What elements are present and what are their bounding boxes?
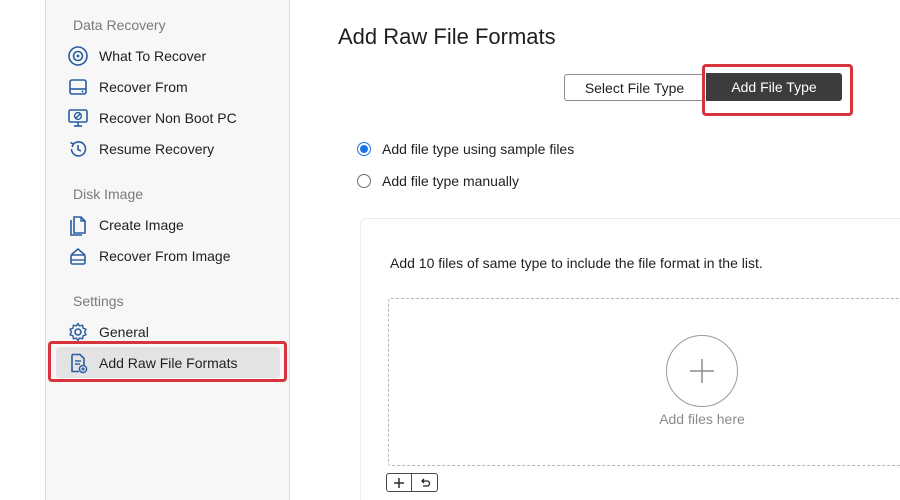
radio-checked[interactable] bbox=[357, 142, 371, 156]
file-dropzone[interactable] bbox=[388, 298, 900, 466]
radio-unchecked[interactable] bbox=[357, 174, 371, 188]
sidebar-item-recover-from-image[interactable]: Recover From Image bbox=[56, 240, 280, 271]
gear-icon bbox=[67, 321, 89, 343]
target-icon bbox=[67, 45, 89, 67]
section-title-disk-image: Disk Image bbox=[73, 186, 144, 202]
document-copy-icon bbox=[67, 214, 89, 236]
sidebar-item-label: Add Raw File Formats bbox=[99, 354, 238, 371]
radio-option-manual[interactable]: Add file type manually bbox=[357, 173, 519, 189]
undo-button[interactable] bbox=[412, 473, 438, 492]
plus-icon bbox=[394, 477, 404, 488]
sidebar-item-general[interactable]: General bbox=[56, 316, 280, 347]
monitor-blocked-icon bbox=[67, 107, 89, 129]
sidebar-item-recover-from[interactable]: Recover From bbox=[56, 71, 280, 102]
sidebar: Data Recovery What To Recover Recover Fr… bbox=[45, 0, 290, 500]
radio-option-sample-files[interactable]: Add file type using sample files bbox=[357, 141, 574, 157]
section-title-data-recovery: Data Recovery bbox=[73, 17, 166, 33]
add-file-type-button[interactable]: Add File Type bbox=[706, 73, 842, 101]
sidebar-item-label: Recover From bbox=[99, 78, 188, 95]
dropzone-label: Add files here bbox=[659, 411, 745, 427]
sidebar-item-add-raw-file-formats[interactable]: Add Raw File Formats bbox=[56, 347, 280, 378]
undo-icon bbox=[420, 478, 430, 487]
drive-restore-icon bbox=[67, 245, 89, 267]
radio-label: Add file type manually bbox=[382, 173, 519, 189]
select-file-type-button[interactable]: Select File Type bbox=[564, 74, 704, 101]
sidebar-item-create-image[interactable]: Create Image bbox=[56, 209, 280, 240]
sidebar-item-recover-non-boot-pc[interactable]: Recover Non Boot PC bbox=[56, 102, 280, 133]
history-icon bbox=[67, 138, 89, 160]
document-add-icon bbox=[67, 352, 89, 374]
card-description: Add 10 files of same type to include the… bbox=[390, 255, 763, 271]
sidebar-item-label: Create Image bbox=[99, 216, 184, 233]
radio-label: Add file type using sample files bbox=[382, 141, 575, 157]
sidebar-item-label: Resume Recovery bbox=[99, 140, 215, 157]
drive-icon bbox=[67, 76, 89, 98]
section-title-settings: Settings bbox=[73, 293, 124, 309]
plus-icon bbox=[690, 359, 714, 383]
add-files-plus-button[interactable] bbox=[666, 335, 738, 407]
sidebar-item-label: Recover Non Boot PC bbox=[99, 109, 237, 126]
app-window: Data Recovery What To Recover Recover Fr… bbox=[0, 0, 900, 500]
sidebar-item-label: Recover From Image bbox=[99, 247, 231, 264]
sidebar-item-label: What To Recover bbox=[99, 47, 207, 64]
file-toolbar bbox=[386, 473, 438, 492]
sidebar-item-label: General bbox=[99, 323, 149, 340]
sidebar-item-resume-recovery[interactable]: Resume Recovery bbox=[56, 133, 280, 164]
page-title: Add Raw File Formats bbox=[338, 24, 556, 49]
add-file-button[interactable] bbox=[386, 473, 412, 492]
sidebar-item-what-to-recover[interactable]: What To Recover bbox=[56, 40, 280, 71]
